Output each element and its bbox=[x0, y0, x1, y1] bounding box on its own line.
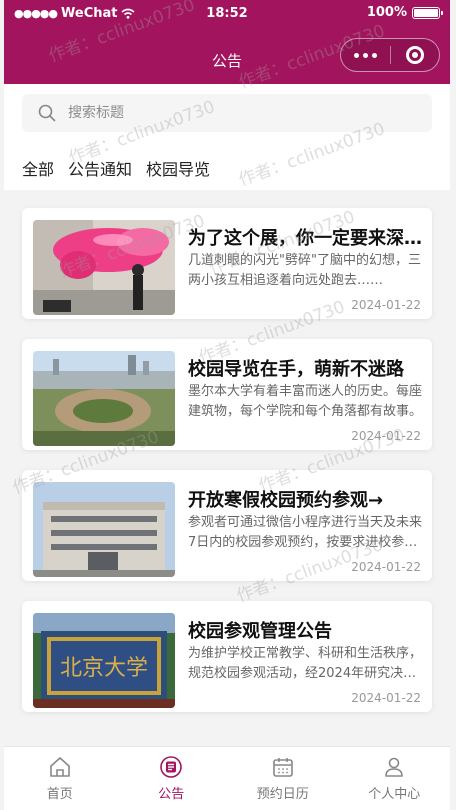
search-input[interactable] bbox=[66, 104, 370, 122]
calendar-icon bbox=[272, 758, 293, 777]
tabbar-profile[interactable]: 个人中心 bbox=[339, 747, 451, 810]
article-card[interactable]: 校园导览在手，萌新不迷路 墨尔本大学有着丰富而迷人的历史。每座建筑物，每个学院和… bbox=[22, 339, 432, 450]
article-date: 2024-01-22 bbox=[351, 560, 421, 574]
article-summary: 参观者可通过微信小程序进行当天及未来7日内的校园参观预约，按要求进校参观。 bbox=[188, 515, 422, 550]
article-summary: 墨尔本大学有着丰富而迷人的历史。每座建筑物，每个学院和每个角落都有故事。 bbox=[188, 384, 422, 419]
tabbar-label: 公告 bbox=[158, 787, 185, 802]
tab-campus-guide[interactable]: 校园导览 bbox=[146, 156, 210, 180]
notice-icon bbox=[160, 756, 183, 778]
battery-percent: 100% bbox=[366, 5, 407, 20]
more-menu-button[interactable] bbox=[341, 39, 390, 71]
app-frame: ●●●●● WeChat 18:52 100% 公告 全部 公告通知 校园导览 bbox=[4, 0, 450, 810]
close-button[interactable] bbox=[391, 46, 439, 64]
article-card[interactable]: 开放寒假校园预约参观→ 参观者可通过微信小程序进行当天及未来7日内的校园参观预约… bbox=[22, 470, 432, 581]
home-icon bbox=[49, 757, 70, 777]
filter-panel: 全部 公告通知 校园导览 bbox=[4, 84, 450, 190]
category-tabs: 全部 公告通知 校园导览 bbox=[22, 156, 210, 180]
article-card[interactable]: 为了这个展，你一定要来深圳! 几道刺眼的闪光"劈碎"了脑中的幻想，三两小孩互相追… bbox=[22, 208, 432, 319]
user-icon bbox=[385, 757, 404, 777]
article-title: 校园导览在手，萌新不迷路 bbox=[188, 359, 404, 380]
tabbar-label: 预约日历 bbox=[256, 787, 309, 802]
mini-program-capsule bbox=[340, 38, 440, 72]
article-thumbnail bbox=[33, 482, 175, 577]
tabbar-home[interactable]: 首页 bbox=[4, 747, 116, 810]
header: ●●●●● WeChat 18:52 100% 公告 bbox=[4, 0, 450, 84]
tabbar-calendar[interactable]: 预约日历 bbox=[227, 747, 339, 810]
article-thumbnail bbox=[33, 220, 175, 315]
article-summary: 为维护学校正常教学、科研和生活秩序，规范校园参观活动，经2024年研究决定。 bbox=[188, 646, 422, 681]
article-list: 为了这个展，你一定要来深圳! 几道刺眼的闪光"劈碎"了脑中的幻想，三两小孩互相追… bbox=[22, 208, 432, 732]
status-bar: ●●●●● WeChat 18:52 100% bbox=[4, 0, 450, 28]
article-summary: 几道刺眼的闪光"劈碎"了脑中的幻想，三两小孩互相追逐着向远处跑去…… bbox=[188, 253, 421, 288]
search-bar[interactable] bbox=[22, 94, 432, 132]
search-icon bbox=[38, 104, 56, 122]
article-date: 2024-01-22 bbox=[351, 298, 421, 312]
tabbar-label: 个人中心 bbox=[368, 787, 421, 802]
article-title: 校园参观管理公告 bbox=[188, 621, 332, 642]
svg-text:北京大学: 北京大学 bbox=[60, 656, 148, 681]
tabbar-notices[interactable]: 公告 bbox=[116, 747, 228, 810]
article-thumbnail bbox=[33, 351, 175, 446]
tab-notices[interactable]: 公告通知 bbox=[68, 156, 132, 180]
article-title: 为了这个展，你一定要来深圳! bbox=[188, 228, 423, 249]
article-title: 开放寒假校园预约参观→ bbox=[188, 490, 384, 511]
target-icon bbox=[405, 46, 424, 64]
article-date: 2024-01-22 bbox=[351, 691, 421, 705]
article-thumbnail: 北京大学 bbox=[33, 613, 175, 708]
article-card[interactable]: 北京大学 校园参观管理公告 为维护学校正常教学、科研和生活秩序，规范校园参观活动… bbox=[22, 601, 432, 712]
bottom-tabbar: 首页 公告 预约日历 个人中心 bbox=[4, 746, 450, 810]
article-date: 2024-01-22 bbox=[351, 429, 421, 443]
tabbar-label: 首页 bbox=[46, 787, 73, 802]
tab-all[interactable]: 全部 bbox=[22, 156, 54, 180]
battery-icon bbox=[412, 6, 443, 19]
